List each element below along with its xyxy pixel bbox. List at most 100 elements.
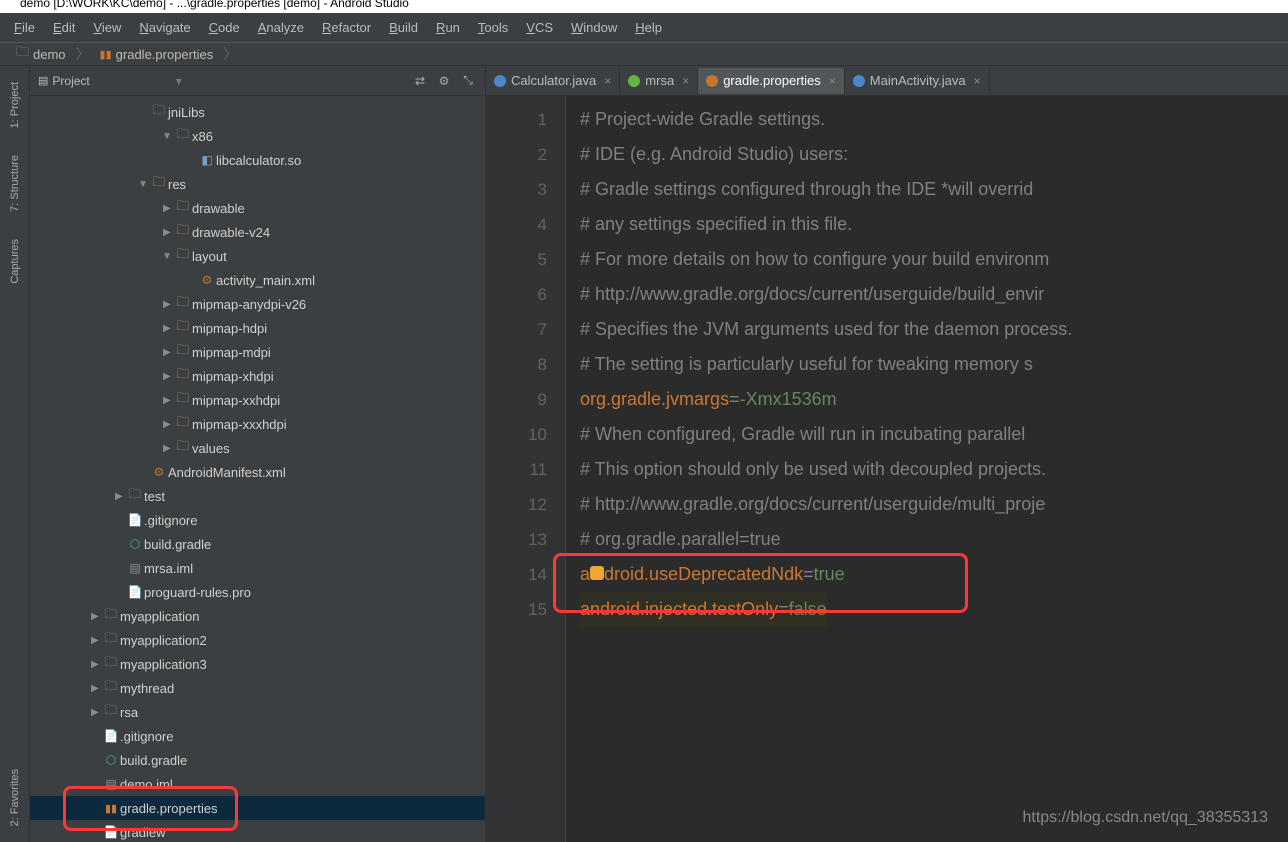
code-line[interactable]: # This option should only be used with d… [580, 452, 1288, 487]
close-icon[interactable]: × [826, 74, 836, 88]
menu-item-tools[interactable]: Tools [469, 16, 517, 39]
tree-arrow-icon[interactable]: ▶ [88, 659, 102, 670]
tree-item[interactable]: 📄 .gitignore [30, 508, 485, 532]
code-line[interactable]: # For more details on how to configure y… [580, 242, 1288, 277]
tree-item[interactable]: ▶🗀 mipmap-hdpi [30, 316, 485, 340]
tree-item[interactable]: ▶🗀 mipmap-xxxhdpi [30, 412, 485, 436]
tree-item[interactable]: ▶🗀 values [30, 436, 485, 460]
intention-bulb-icon[interactable] [590, 566, 604, 580]
close-icon[interactable]: × [971, 74, 981, 88]
tree-arrow-icon[interactable]: ▶ [88, 683, 102, 694]
code-line[interactable]: # org.gradle.parallel=true [580, 522, 1288, 557]
gear-icon[interactable]: ⚙ [435, 72, 453, 90]
project-tree[interactable]: 🗀 jniLibs▼🗀 x86◧ libcalculator.so▼🗀 res▶… [30, 96, 485, 842]
tree-arrow-icon[interactable]: ▶ [160, 419, 174, 430]
tree-item[interactable]: ▼🗀 res [30, 172, 485, 196]
side-tab[interactable]: 2: Favorites [7, 763, 23, 832]
editor-tab[interactable]: gradle.properties× [698, 68, 845, 94]
tree-item[interactable]: ▶🗀 mipmap-xhdpi [30, 364, 485, 388]
breadcrumb-project[interactable]: 🗀 demo [10, 43, 72, 65]
tree-item[interactable]: 📄 gradlew [30, 820, 485, 842]
tree-item[interactable]: ▶🗀 myapplication [30, 604, 485, 628]
code-line[interactable]: # Gradle settings configured through the… [580, 172, 1288, 207]
side-tab[interactable]: 1: Project [7, 76, 23, 134]
dropdown-icon[interactable]: ▾ [96, 74, 182, 88]
code-line[interactable]: adroid.useDeprecatedNdk=true [580, 557, 1288, 592]
code-line[interactable]: # any settings specified in this file. [580, 207, 1288, 242]
menu-item-run[interactable]: Run [427, 16, 469, 39]
menu-item-analyze[interactable]: Analyze [249, 16, 313, 39]
tree-item[interactable]: ▶🗀 drawable [30, 196, 485, 220]
code-line[interactable]: # When configured, Gradle will run in in… [580, 417, 1288, 452]
tree-item[interactable]: ▶🗀 mipmap-mdpi [30, 340, 485, 364]
hide-icon[interactable]: ⤡ [459, 72, 477, 90]
breadcrumb-file[interactable]: ▮▮ gradle.properties [94, 47, 220, 62]
editor-tab[interactable]: mrsa× [620, 68, 698, 94]
tree-arrow-icon[interactable]: ▶ [160, 227, 174, 238]
tree-item[interactable]: ▶🗀 myapplication2 [30, 628, 485, 652]
editor-tab[interactable]: MainActivity.java× [845, 68, 990, 94]
editor-tab[interactable]: Calculator.java × [486, 68, 620, 94]
side-tab[interactable]: Captures [7, 233, 23, 290]
tree-item[interactable]: ▶🗀 drawable-v24 [30, 220, 485, 244]
tree-arrow-icon[interactable]: ▶ [88, 611, 102, 622]
tree-item[interactable]: 📄 proguard-rules.pro [30, 580, 485, 604]
tree-arrow-icon[interactable]: ▼ [160, 131, 174, 142]
code-line[interactable]: # http://www.gradle.org/docs/current/use… [580, 277, 1288, 312]
tree-item[interactable]: ▤ mrsa.iml [30, 556, 485, 580]
tree-item[interactable]: ▼🗀 x86 [30, 124, 485, 148]
menu-item-build[interactable]: Build [380, 16, 427, 39]
tree-item[interactable]: ▶🗀 rsa [30, 700, 485, 724]
tree-arrow-icon[interactable]: ▼ [160, 251, 174, 262]
code-line[interactable]: android.injected.testOnly=false [580, 592, 1288, 627]
menu-item-vcs[interactable]: VCS [517, 16, 562, 39]
tree-item[interactable]: ▶🗀 mipmap-anydpi-v26 [30, 292, 485, 316]
tree-arrow-icon[interactable]: ▶ [160, 395, 174, 406]
tree-item[interactable]: ⚙ AndroidManifest.xml [30, 460, 485, 484]
menu-item-window[interactable]: Window [562, 16, 626, 39]
code-line[interactable]: org.gradle.jvmargs=-Xmx1536m [580, 382, 1288, 417]
tree-arrow-icon[interactable]: ▶ [88, 707, 102, 718]
tree-item[interactable]: ▶🗀 mipmap-xxhdpi [30, 388, 485, 412]
tree-arrow-icon[interactable]: ▶ [160, 347, 174, 358]
tree-arrow-icon[interactable]: ▶ [112, 491, 126, 502]
code-editor[interactable]: 123456789101112131415 # Project-wide Gra… [486, 96, 1288, 842]
tree-arrow-icon[interactable]: ▶ [160, 323, 174, 334]
tree-arrow-icon[interactable]: ▶ [160, 443, 174, 454]
tree-item[interactable]: ⚙ activity_main.xml [30, 268, 485, 292]
menu-item-refactor[interactable]: Refactor [313, 16, 380, 39]
tree-arrow-icon[interactable]: ▶ [160, 203, 174, 214]
menu-item-edit[interactable]: Edit [44, 16, 84, 39]
code-line[interactable]: # The setting is particularly useful for… [580, 347, 1288, 382]
tree-item[interactable]: 📄 .gitignore [30, 724, 485, 748]
tree-arrow-icon[interactable]: ▶ [88, 635, 102, 646]
side-tab[interactable]: 7: Structure [7, 149, 23, 218]
close-icon[interactable]: × [679, 74, 689, 88]
menu-item-code[interactable]: Code [200, 16, 249, 39]
tree-arrow-icon[interactable]: ▶ [160, 371, 174, 382]
tree-item[interactable]: ▮▮ gradle.properties [30, 796, 485, 820]
tree-item[interactable]: ▶🗀 mythread [30, 676, 485, 700]
tree-item[interactable]: ⬡ build.gradle [30, 532, 485, 556]
close-icon[interactable]: × [601, 74, 611, 88]
code-line[interactable]: # IDE (e.g. Android Studio) users: [580, 137, 1288, 172]
tree-item[interactable]: ▶🗀 myapplication3 [30, 652, 485, 676]
tree-arrow-icon[interactable]: ▶ [160, 299, 174, 310]
code-line[interactable]: # Specifies the JVM arguments used for t… [580, 312, 1288, 347]
tree-item[interactable]: ▤ demo.iml [30, 772, 485, 796]
tree-item[interactable]: ◧ libcalculator.so [30, 148, 485, 172]
tree-item[interactable]: ▶🗀 test [30, 484, 485, 508]
tree-item[interactable]: ⬡ build.gradle [30, 748, 485, 772]
menu-item-help[interactable]: Help [626, 16, 671, 39]
tree-item[interactable]: 🗀 jniLibs [30, 100, 485, 124]
scroll-from-source-icon[interactable]: ⇄ [411, 72, 429, 90]
tree-arrow-icon[interactable]: ▼ [136, 179, 150, 190]
menu-item-view[interactable]: View [84, 16, 130, 39]
menu-item-navigate[interactable]: Navigate [130, 16, 199, 39]
tree-item[interactable]: ▼🗀 layout [30, 244, 485, 268]
tab-label: Calculator.java [511, 73, 596, 88]
code-line[interactable]: # http://www.gradle.org/docs/current/use… [580, 487, 1288, 522]
menu-item-file[interactable]: File [5, 16, 44, 39]
code-content[interactable]: # Project-wide Gradle settings.# IDE (e.… [566, 96, 1288, 842]
code-line[interactable]: # Project-wide Gradle settings. [580, 102, 1288, 137]
